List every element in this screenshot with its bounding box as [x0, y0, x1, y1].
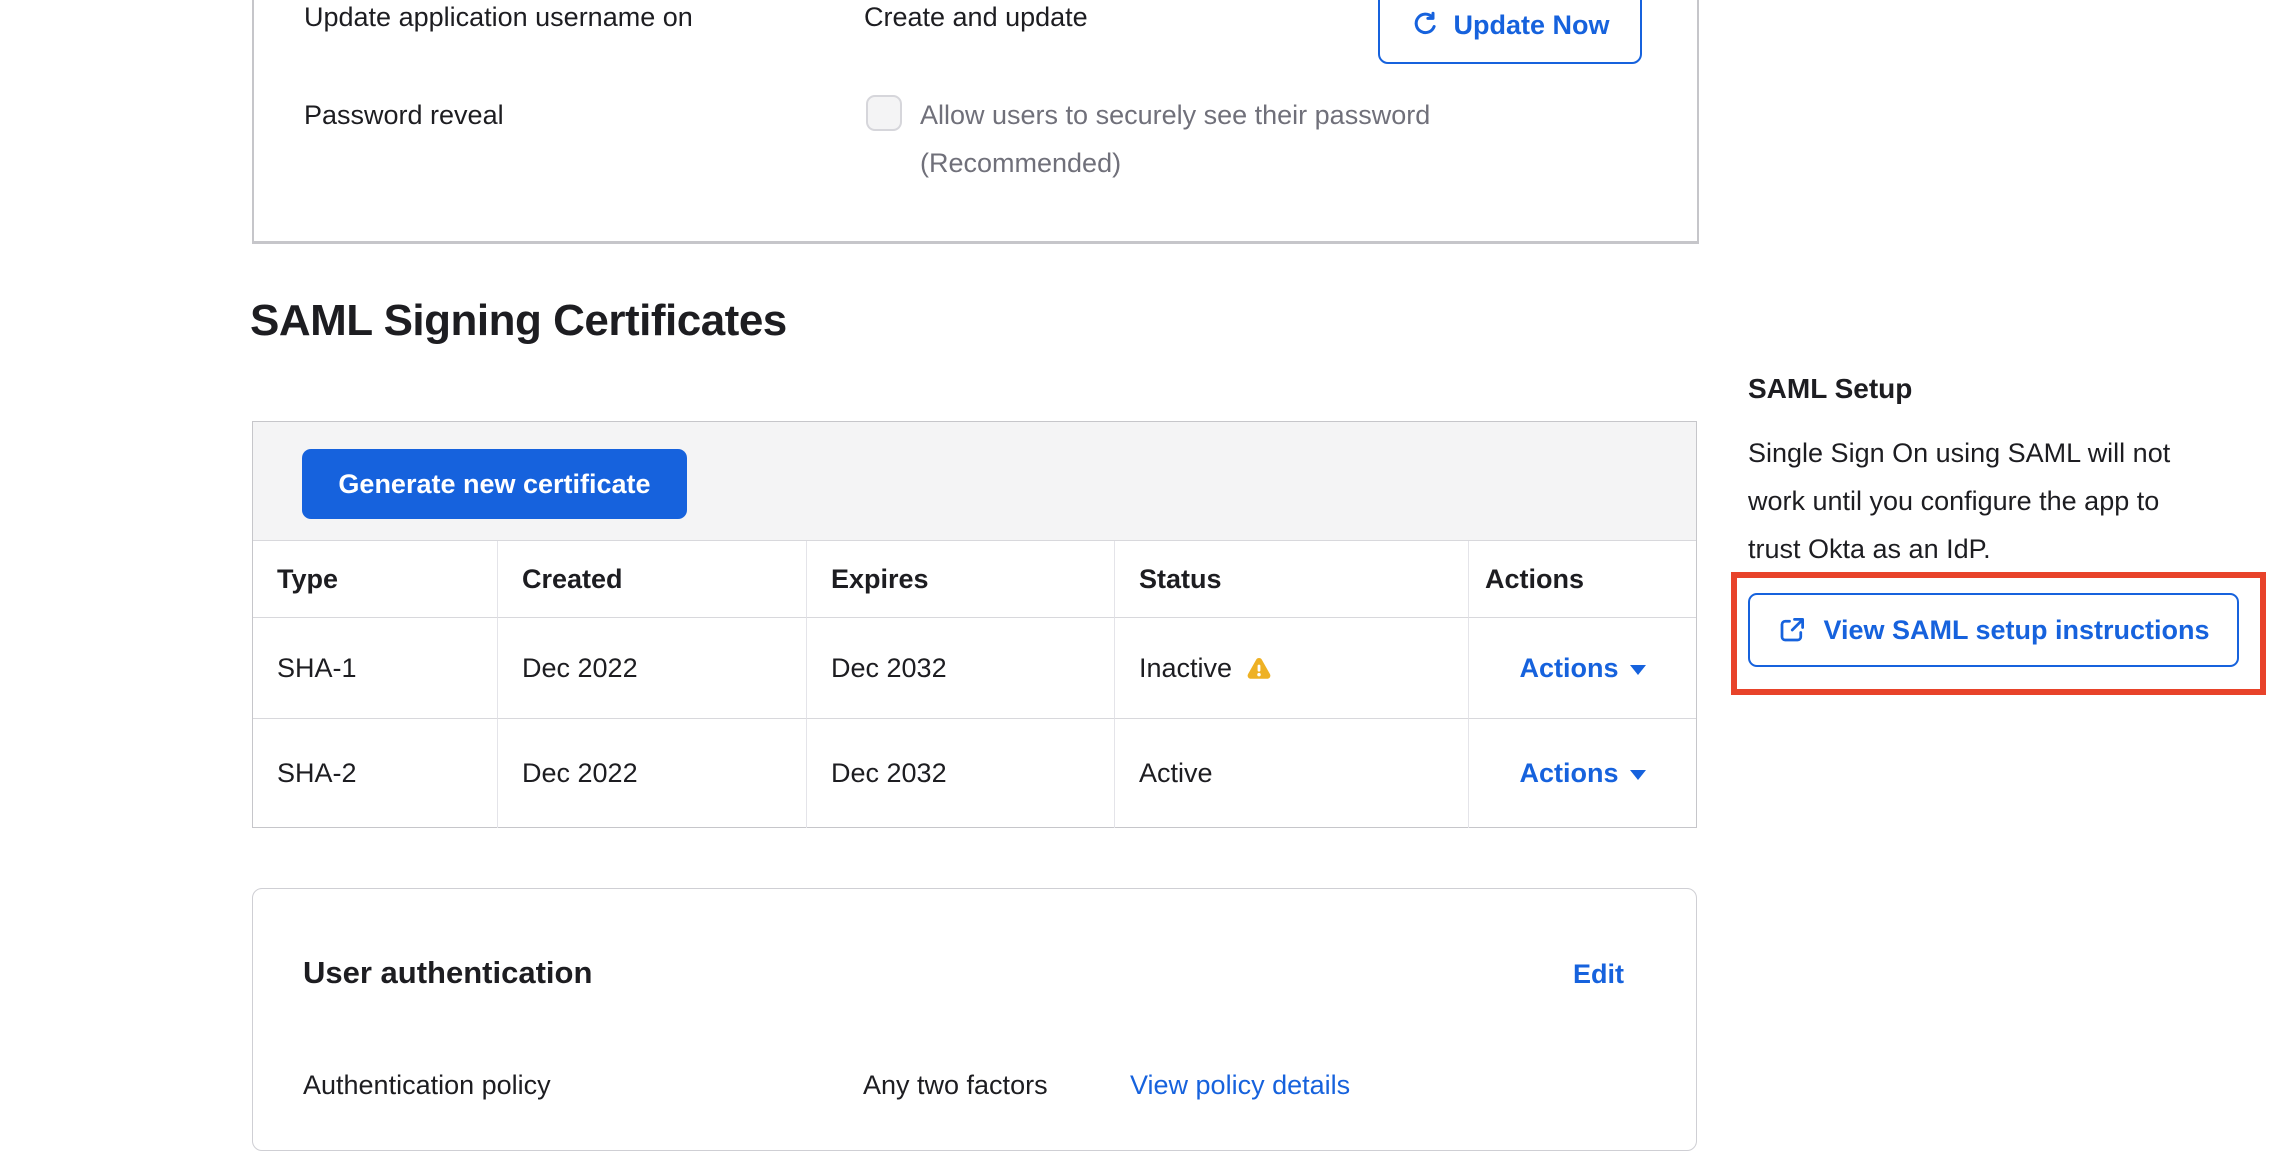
actions-dropdown[interactable]: Actions [1519, 653, 1645, 684]
cert-status: Inactive [1115, 618, 1469, 719]
user-authentication-title: User authentication [303, 955, 592, 991]
certificates-table: Type Created Expires Status Actions SHA-… [253, 541, 1696, 828]
saml-setup-description-line: trust Okta as an IdP. [1748, 525, 2268, 573]
app-settings-card: Update application username on Create an… [252, 0, 1699, 244]
saml-setup-title: SAML Setup [1748, 373, 1912, 405]
table-header-row: Type Created Expires Status Actions [253, 541, 1696, 618]
saml-setup-description: Single Sign On using SAML will not work … [1748, 429, 2268, 573]
password-reveal-label: Password reveal [304, 98, 504, 132]
cert-created: Dec 2022 [498, 618, 807, 719]
caret-down-icon [1630, 665, 1646, 675]
table-row: SHA-1 Dec 2022 Dec 2032 Inactive [253, 618, 1696, 719]
saml-certificates-heading: SAML Signing Certificates [250, 296, 787, 346]
saml-setup-description-line: Single Sign On using SAML will not [1748, 429, 2268, 477]
cert-actions-cell: Actions [1469, 618, 1696, 719]
password-reveal-recommended: (Recommended) [920, 146, 1121, 180]
update-now-label: Update Now [1453, 10, 1609, 41]
update-now-button[interactable]: Update Now [1378, 0, 1642, 64]
cert-type: SHA-1 [253, 618, 498, 719]
caret-down-icon [1630, 770, 1646, 780]
page-root: Update application username on Create an… [0, 0, 2279, 1158]
saml-setup-description-line: work until you configure the app to [1748, 477, 2268, 525]
saml-certificates-panel: Generate new certificate Type Created Ex… [252, 421, 1697, 828]
password-reveal-checkbox[interactable] [866, 95, 902, 131]
authentication-policy-value: Any two factors [863, 1070, 1048, 1101]
username-update-label: Update application username on [304, 0, 693, 34]
column-header-created: Created [498, 541, 807, 618]
cert-created: Dec 2022 [498, 719, 807, 828]
username-update-value: Create and update [864, 0, 1088, 34]
column-header-status: Status [1115, 541, 1469, 618]
password-reveal-description: Allow users to securely see their passwo… [920, 98, 1430, 132]
certificates-toolbar: Generate new certificate [253, 422, 1696, 541]
authentication-policy-label: Authentication policy [303, 1070, 551, 1101]
actions-label: Actions [1519, 653, 1618, 684]
refresh-icon [1410, 10, 1440, 40]
generate-new-certificate-button[interactable]: Generate new certificate [302, 449, 687, 519]
actions-label: Actions [1519, 758, 1618, 789]
user-authentication-card: User authentication Edit Authentication … [252, 888, 1697, 1151]
actions-dropdown[interactable]: Actions [1519, 758, 1645, 789]
view-saml-setup-instructions-button[interactable]: View SAML setup instructions [1748, 593, 2239, 667]
cert-type: SHA-2 [253, 719, 498, 828]
view-policy-details-link[interactable]: View policy details [1130, 1070, 1350, 1101]
edit-link[interactable]: Edit [1573, 959, 1624, 990]
table-row: SHA-2 Dec 2022 Dec 2032 Active Actions [253, 719, 1696, 828]
cert-actions-cell: Actions [1469, 719, 1696, 828]
cert-expires: Dec 2032 [807, 618, 1115, 719]
column-header-type: Type [253, 541, 498, 618]
column-header-actions: Actions [1469, 541, 1696, 618]
column-header-expires: Expires [807, 541, 1115, 618]
view-saml-setup-instructions-label: View SAML setup instructions [1823, 615, 2209, 646]
status-text: Inactive [1139, 653, 1232, 684]
cert-expires: Dec 2032 [807, 719, 1115, 828]
cert-status: Active [1115, 719, 1469, 828]
external-link-icon [1777, 615, 1807, 645]
status-text: Active [1139, 758, 1213, 789]
warning-icon [1245, 655, 1273, 683]
